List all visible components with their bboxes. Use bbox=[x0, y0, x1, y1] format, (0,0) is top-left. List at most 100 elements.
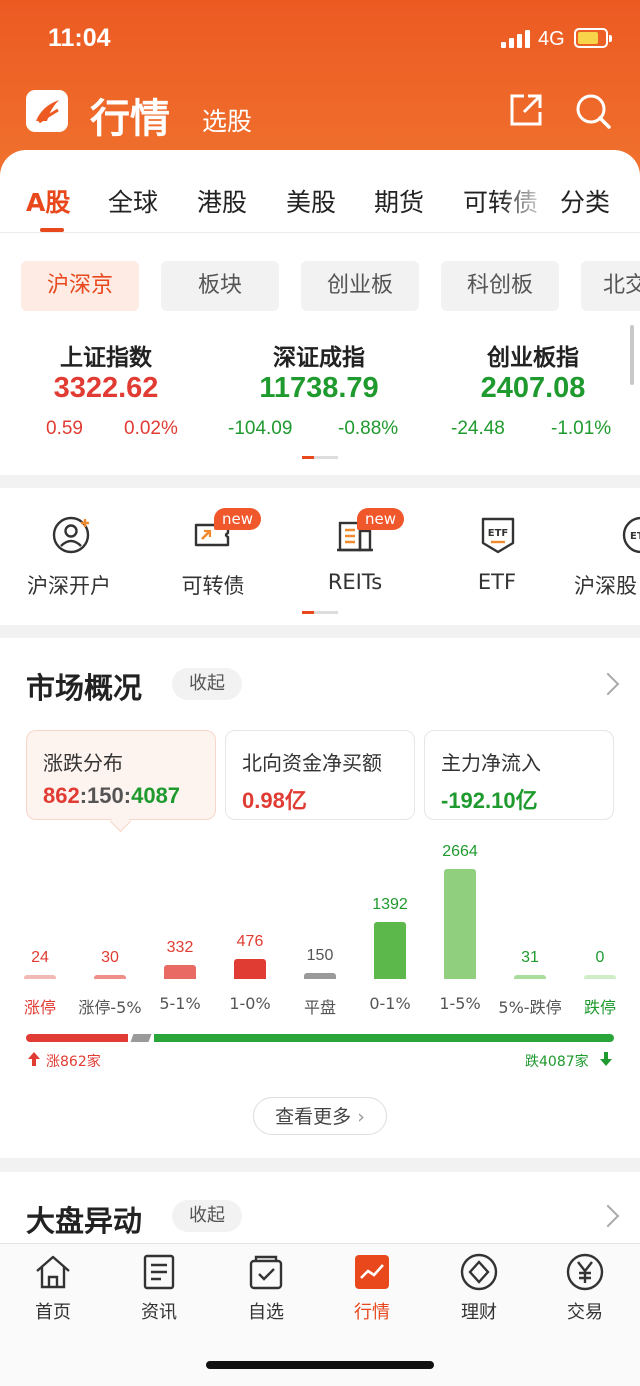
nav-market[interactable]: 行情 bbox=[327, 1252, 417, 1324]
card-label: 主力净流入 bbox=[441, 751, 541, 775]
chip-bse[interactable]: 北交 bbox=[581, 261, 640, 311]
flat-progress-bar bbox=[130, 1034, 152, 1042]
chart-bar-value: 0 bbox=[595, 949, 605, 966]
chip-sh-sz-bj[interactable]: 沪深京 bbox=[21, 261, 139, 311]
nav-label: 资讯 bbox=[141, 1302, 177, 1323]
tab-fade bbox=[500, 175, 550, 225]
account-user-icon bbox=[52, 516, 90, 554]
wealth-icon bbox=[460, 1253, 498, 1291]
chart-bar bbox=[234, 959, 266, 979]
index-pct: -1.01% bbox=[551, 418, 612, 439]
page-title: 行情 bbox=[90, 96, 170, 142]
chart-bar-value: 24 bbox=[31, 949, 49, 966]
chart-bar bbox=[584, 975, 616, 979]
scrollbar[interactable] bbox=[630, 325, 634, 385]
down-count-label: 跌4087家 bbox=[525, 1054, 589, 1070]
index-name: 深证成指 bbox=[273, 345, 365, 371]
rise-fall-card[interactable]: 涨跌分布 862:150:4087 bbox=[26, 730, 216, 820]
chart-bar-value: 476 bbox=[236, 933, 264, 951]
index-name: 创业板指 bbox=[487, 345, 579, 371]
watchlist-icon bbox=[249, 1255, 283, 1290]
nav-label: 理财 bbox=[461, 1302, 497, 1323]
tab-a-shares[interactable]: A股 bbox=[26, 183, 70, 219]
chip-star[interactable]: 科创板 bbox=[441, 261, 559, 311]
chart-bar bbox=[24, 975, 56, 979]
tab-category[interactable]: 分类 bbox=[560, 183, 610, 219]
view-more-label: 查看更多 bbox=[275, 1106, 352, 1128]
quick-entry-reits[interactable]: REITs bbox=[290, 570, 420, 594]
tab-hk[interactable]: 港股 bbox=[197, 183, 247, 219]
collapse-button[interactable]: 收起 bbox=[172, 668, 242, 700]
nav-label: 行情 bbox=[354, 1302, 390, 1323]
chart-bar bbox=[374, 921, 406, 979]
flat-count: 150 bbox=[87, 783, 124, 808]
signal-icon bbox=[501, 30, 531, 48]
quick-entry-etf[interactable]: ETF bbox=[432, 570, 562, 594]
index-value: 3322.62 bbox=[53, 372, 159, 404]
index-pct: -0.88% bbox=[338, 418, 399, 439]
chart-bar-value: 31 bbox=[521, 949, 539, 966]
divider bbox=[0, 232, 640, 233]
view-more-button[interactable]: 查看更多 › bbox=[253, 1097, 387, 1135]
chart-bar-value: 150 bbox=[306, 946, 334, 964]
main-inflow-card[interactable]: 主力净流入 -192.10亿 bbox=[424, 730, 614, 820]
rise-fall-ratio: 862:150:4087 bbox=[43, 783, 181, 808]
northbound-card[interactable]: 北向资金净买额 0.98亿 bbox=[225, 730, 415, 820]
chart-bar-value: 1392 bbox=[372, 895, 408, 913]
etf-icon: ETF bbox=[481, 517, 515, 554]
app-logo[interactable] bbox=[26, 90, 68, 132]
card-label: 涨跌分布 bbox=[43, 751, 123, 775]
search-icon[interactable] bbox=[574, 92, 612, 130]
chip-sector[interactable]: 板块 bbox=[161, 261, 279, 311]
chart-bar-value: 30 bbox=[101, 949, 119, 966]
index-pct: 0.02% bbox=[124, 418, 178, 439]
index-value: 11738.79 bbox=[259, 372, 379, 404]
chevron-right-icon: › bbox=[357, 1106, 365, 1128]
tab-us[interactable]: 美股 bbox=[286, 183, 336, 219]
chart-category-label: 涨停-5% bbox=[78, 998, 142, 1017]
index-change: 0.59 bbox=[46, 418, 83, 439]
nav-wealth[interactable]: 理财 bbox=[434, 1252, 524, 1324]
tab-global[interactable]: 全球 bbox=[108, 183, 158, 219]
down-count: 4087 bbox=[131, 783, 181, 808]
quick-entry-account[interactable]: 沪深开户 bbox=[4, 570, 134, 600]
trade-yen-icon bbox=[566, 1253, 604, 1291]
pager-indicator-active bbox=[302, 456, 314, 459]
quick-entry-convertible[interactable]: 可转债 bbox=[148, 570, 278, 600]
etf-icon: ET bbox=[622, 516, 640, 554]
svg-text:ET: ET bbox=[630, 531, 640, 542]
nav-label: 自选 bbox=[248, 1302, 284, 1323]
chart-category-label: 5-1% bbox=[159, 994, 201, 1013]
pager-indicator bbox=[314, 611, 338, 614]
new-badge: new bbox=[357, 508, 405, 530]
chart-bar bbox=[304, 972, 336, 979]
section-title: 大盘异动 bbox=[26, 1204, 143, 1238]
up-progress-bar bbox=[26, 1034, 128, 1042]
down-progress-bar bbox=[154, 1034, 614, 1042]
nav-news[interactable]: 资讯 bbox=[114, 1252, 204, 1324]
card-value: 0.98亿 bbox=[242, 788, 307, 813]
chart-bar bbox=[444, 869, 476, 979]
battery-icon bbox=[574, 28, 612, 48]
nav-label: 交易 bbox=[567, 1302, 603, 1323]
home-indicator bbox=[206, 1361, 434, 1369]
chart-category-label: 5%-跌停 bbox=[498, 998, 562, 1017]
quick-entry-panel bbox=[0, 488, 640, 625]
nav-home[interactable]: 首页 bbox=[8, 1252, 98, 1324]
stock-picker-link[interactable]: 选股 bbox=[202, 102, 252, 138]
nav-watchlist[interactable]: 自选 bbox=[221, 1252, 311, 1324]
index-change: -24.48 bbox=[451, 418, 505, 439]
quick-entry-sh-sz-stock[interactable]: 沪深股 bbox=[574, 570, 640, 600]
up-count-label: 涨862家 bbox=[46, 1054, 101, 1070]
pager-indicator-active bbox=[302, 611, 314, 614]
share-icon[interactable] bbox=[508, 92, 544, 128]
chart-bar-value: 2664 bbox=[442, 843, 478, 860]
index-change: -104.09 bbox=[228, 418, 293, 439]
market-overview-section bbox=[0, 638, 640, 1158]
nav-trade[interactable]: 交易 bbox=[540, 1252, 630, 1324]
chip-gem[interactable]: 创业板 bbox=[301, 261, 419, 311]
card-value: -192.10亿 bbox=[441, 788, 538, 813]
collapse-button[interactable]: 收起 bbox=[172, 1200, 242, 1232]
news-icon bbox=[143, 1254, 175, 1290]
tab-futures[interactable]: 期货 bbox=[374, 183, 424, 219]
